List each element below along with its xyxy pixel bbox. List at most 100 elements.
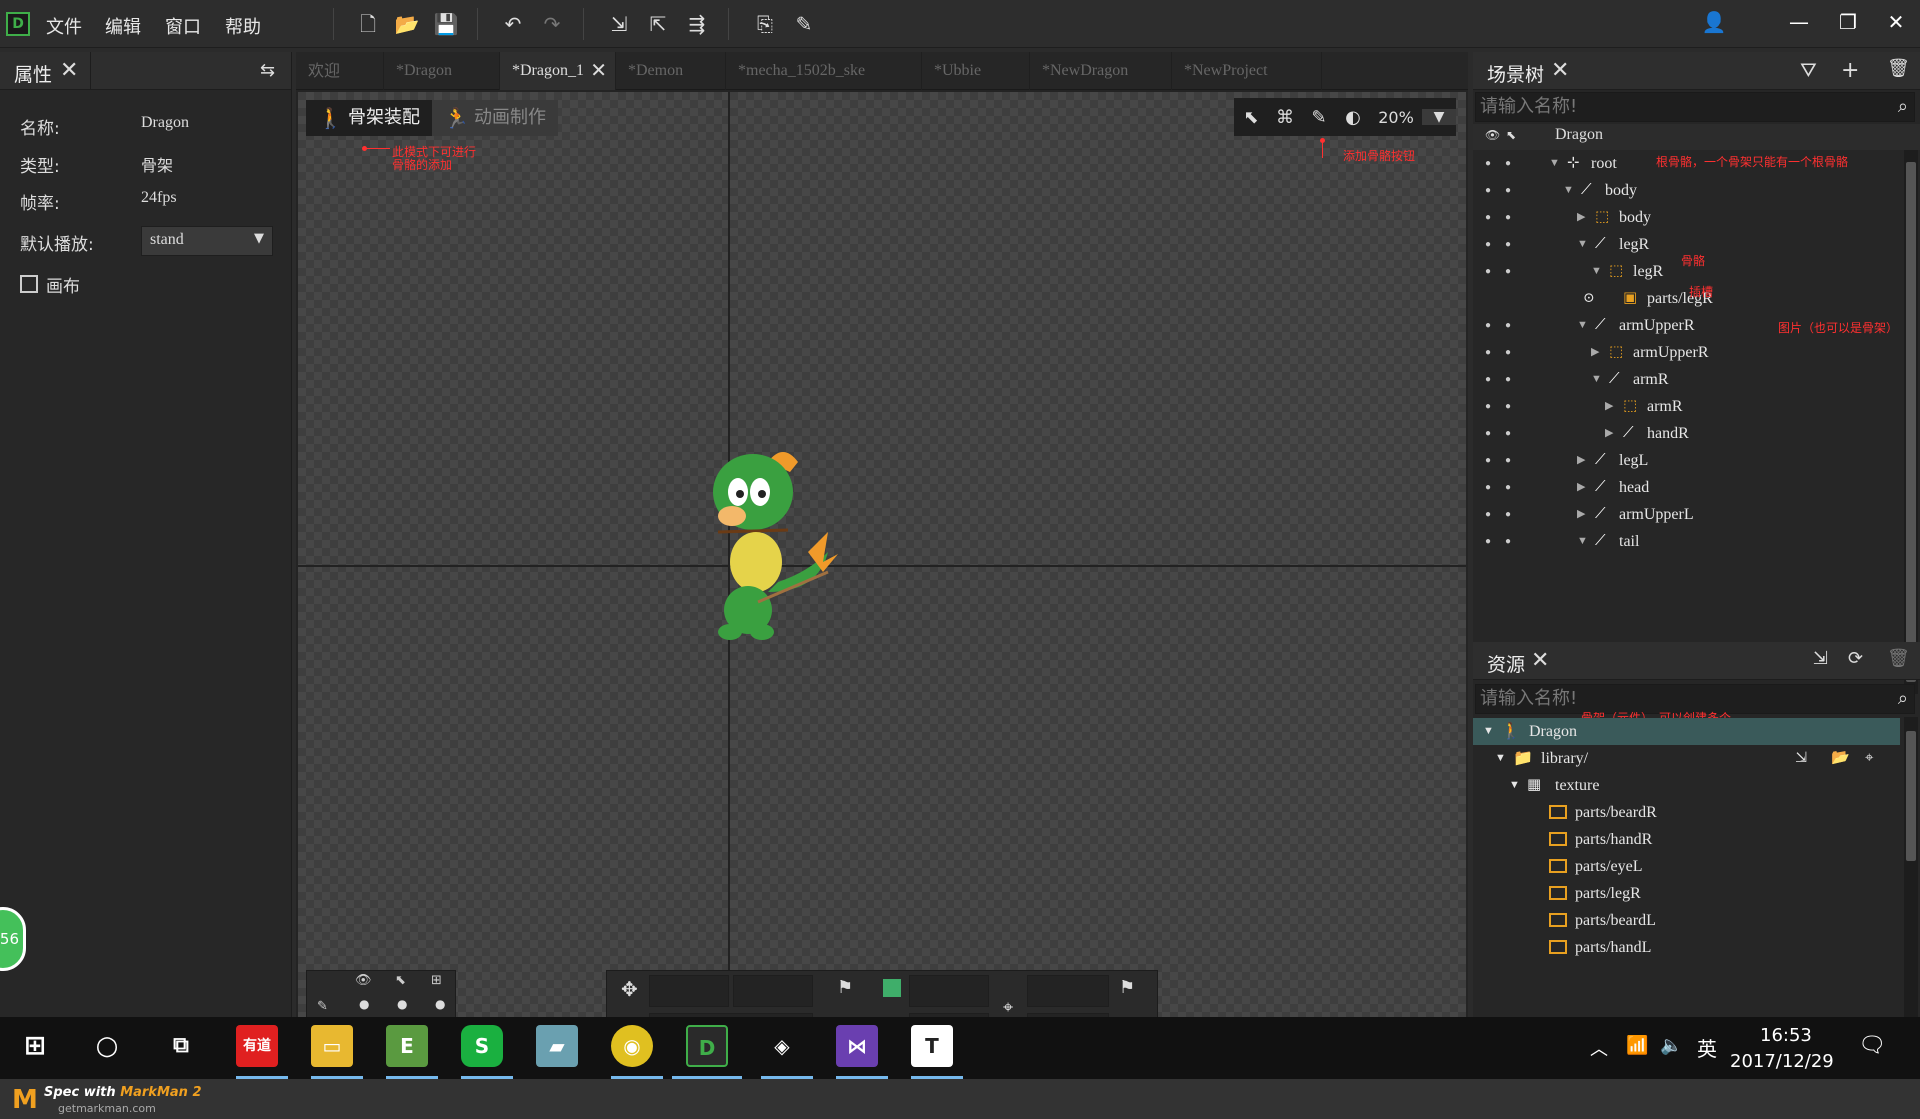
- close-icon[interactable]: ✕: [590, 52, 607, 90]
- select-tool-icon[interactable]: ⬉: [1234, 107, 1268, 128]
- menu-window[interactable]: 窗口: [165, 13, 201, 39]
- pos-y-input[interactable]: [733, 975, 813, 1007]
- badge[interactable]: 56: [0, 907, 26, 971]
- visibility-dot[interactable]: ●: [1485, 420, 1491, 447]
- resource-row[interactable]: parts/beardR: [1473, 799, 1900, 826]
- lock-dot[interactable]: ●: [1505, 528, 1511, 555]
- close-icon[interactable]: ✕: [1551, 58, 1569, 83]
- eye-icon[interactable]: 👁: [1485, 128, 1500, 142]
- pointer-icon[interactable]: ⬉: [1506, 128, 1516, 142]
- resource-row[interactable]: parts/beardL: [1473, 907, 1900, 934]
- lock-dot[interactable]: ●: [1505, 177, 1511, 204]
- resource-row[interactable]: ▼ 📁 library/ ⇲ 📂 ⌖: [1473, 745, 1900, 772]
- lock-dot[interactable]: ●: [1505, 366, 1511, 393]
- expand-arrow-icon[interactable]: ▶: [1605, 393, 1613, 420]
- pivot-icon[interactable]: ⌖: [1003, 997, 1013, 1018]
- tab-dragon[interactable]: *Dragon: [384, 52, 500, 90]
- flag-icon[interactable]: ⚑: [1119, 977, 1135, 998]
- open-folder-icon[interactable]: 📂: [394, 11, 420, 37]
- expand-arrow-icon[interactable]: ▶: [1605, 420, 1613, 447]
- add-icon[interactable]: +: [1841, 58, 1859, 83]
- scene-tree-row[interactable]: ● ● ▶ ⟋ legL: [1473, 447, 1900, 474]
- resource-search-input[interactable]: 请输入名称! ⌕: [1475, 684, 1915, 714]
- scene-tree-row[interactable]: ● ● ▶ ⟋ handR: [1473, 420, 1900, 447]
- save-icon[interactable]: 💾: [433, 11, 459, 37]
- visibility-dot[interactable]: ●: [1485, 474, 1491, 501]
- typora-icon[interactable]: T: [911, 1025, 953, 1067]
- pin-icon[interactable]: ⇆: [260, 60, 275, 81]
- expand-arrow-icon[interactable]: ▼: [1577, 528, 1588, 555]
- tab-welcome[interactable]: 欢迎: [296, 52, 384, 90]
- expand-arrow-icon[interactable]: ▼: [1577, 312, 1588, 339]
- unity-icon[interactable]: ◈: [761, 1025, 803, 1067]
- lock-dot[interactable]: ●: [1505, 231, 1511, 258]
- scale-x-input[interactable]: [909, 975, 989, 1007]
- visibility-dot[interactable]: ●: [1485, 231, 1491, 258]
- windows-start-icon[interactable]: ⊞: [14, 1025, 56, 1067]
- scene-tree-row[interactable]: ● ● ▶ ⬚ armR: [1473, 393, 1900, 420]
- import-icon[interactable]: ⇲: [1813, 648, 1828, 669]
- tab-ubbie[interactable]: *Ubbie: [922, 52, 1030, 90]
- export-folder-icon[interactable]: ⇶: [684, 11, 710, 37]
- canvas-checkbox[interactable]: [20, 275, 38, 293]
- close-window-icon[interactable]: ✕: [1882, 8, 1910, 36]
- expand-arrow-icon[interactable]: ▼: [1549, 150, 1560, 177]
- resource-row[interactable]: parts/legR: [1473, 880, 1900, 907]
- resource-scrollbar[interactable]: [1904, 717, 1918, 1017]
- chevron-down-icon[interactable]: ▼: [1422, 109, 1456, 125]
- expand-arrow-icon[interactable]: ▼: [1577, 231, 1588, 258]
- lock-dot[interactable]: ●: [1505, 420, 1511, 447]
- tab-newproject[interactable]: *NewProject: [1172, 52, 1322, 90]
- expand-arrow-icon[interactable]: ▼: [1495, 745, 1506, 772]
- lock-dot[interactable]: ●: [1505, 474, 1511, 501]
- expand-arrow-icon[interactable]: ▼: [1591, 366, 1602, 393]
- expand-arrow-icon[interactable]: ▼: [1563, 177, 1574, 204]
- menu-help[interactable]: 帮助: [225, 13, 261, 39]
- locate-icon[interactable]: ⌖: [1865, 745, 1873, 772]
- menu-file[interactable]: 文件: [46, 13, 82, 39]
- resource-row[interactable]: parts/eyeL: [1473, 853, 1900, 880]
- trash-icon[interactable]: 🗑: [1887, 58, 1910, 79]
- visibility-dot[interactable]: ●: [1485, 528, 1491, 555]
- add-bone-icon[interactable]: ✎: [1302, 107, 1336, 128]
- visibility-dot[interactable]: ●: [1485, 150, 1491, 177]
- file-explorer-icon[interactable]: ▭: [311, 1025, 353, 1067]
- chrome-icon[interactable]: ◉: [611, 1025, 653, 1067]
- tab-dragon-1[interactable]: *Dragon_1 ✕: [500, 52, 616, 90]
- expand-arrow-icon[interactable]: ▶: [1591, 339, 1599, 366]
- network-icon[interactable]: 📶: [1626, 1035, 1648, 1056]
- volume-icon[interactable]: 🔈: [1660, 1035, 1682, 1056]
- scale-y-input[interactable]: [1027, 975, 1109, 1007]
- publish-icon[interactable]: ⎘: [752, 11, 778, 37]
- scene-scrollbar[interactable]: [1904, 150, 1918, 694]
- restore-icon[interactable]: ❐: [1834, 8, 1862, 36]
- expand-arrow-icon[interactable]: ▶: [1577, 474, 1585, 501]
- resource-row[interactable]: parts/handR: [1473, 826, 1900, 853]
- onion-skin-icon[interactable]: ◐: [1336, 107, 1370, 128]
- scene-tree-row[interactable]: ● ● ▼ ⟋ armR: [1473, 366, 1900, 393]
- close-icon[interactable]: ✕: [60, 58, 78, 83]
- layer-icon[interactable]: ⊞: [431, 973, 442, 988]
- import-icon[interactable]: ⇲: [606, 11, 632, 37]
- scene-tree-row[interactable]: ● ● ▶ ⬚ armUpperR: [1473, 339, 1900, 366]
- expand-arrow-icon[interactable]: ▶: [1577, 501, 1585, 528]
- stage-canvas[interactable]: 🚶 骨架装配 🏃 动画制作 此模式下可进行 骨骼的添加 ⬉ ⌘ ✎ ◐ 20% ▼ 添…: [298, 92, 1466, 1050]
- expand-arrow-icon[interactable]: ▼: [1591, 258, 1602, 285]
- notebook-icon[interactable]: ▰: [536, 1025, 578, 1067]
- import-folder-icon[interactable]: ⇱: [645, 11, 671, 37]
- armature-mode-button[interactable]: 🚶 骨架装配: [306, 100, 432, 136]
- resource-row[interactable]: ▼ ▦ texture: [1473, 772, 1900, 799]
- expand-arrow-icon[interactable]: ▼: [1509, 772, 1520, 799]
- lock-dot[interactable]: ●: [1505, 447, 1511, 474]
- scene-tree-row[interactable]: ⊙ ▣ parts/legR: [1473, 285, 1900, 312]
- expand-arrow-icon[interactable]: ▶: [1577, 204, 1585, 231]
- minimize-icon[interactable]: —: [1785, 8, 1813, 36]
- scene-tree-row[interactable]: ● ● ▼ ⟋ body: [1473, 177, 1900, 204]
- user-icon[interactable]: 👤: [1700, 8, 1728, 36]
- scene-search-input[interactable]: 请输入名称! ⌕: [1475, 92, 1915, 122]
- visibility-dot[interactable]: ●: [1485, 393, 1491, 420]
- menu-edit[interactable]: 编辑: [105, 13, 141, 39]
- default-play-select[interactable]: stand ▼: [141, 226, 273, 256]
- visibility-dot[interactable]: ●: [1485, 312, 1491, 339]
- lock-dot[interactable]: ●: [1505, 150, 1511, 177]
